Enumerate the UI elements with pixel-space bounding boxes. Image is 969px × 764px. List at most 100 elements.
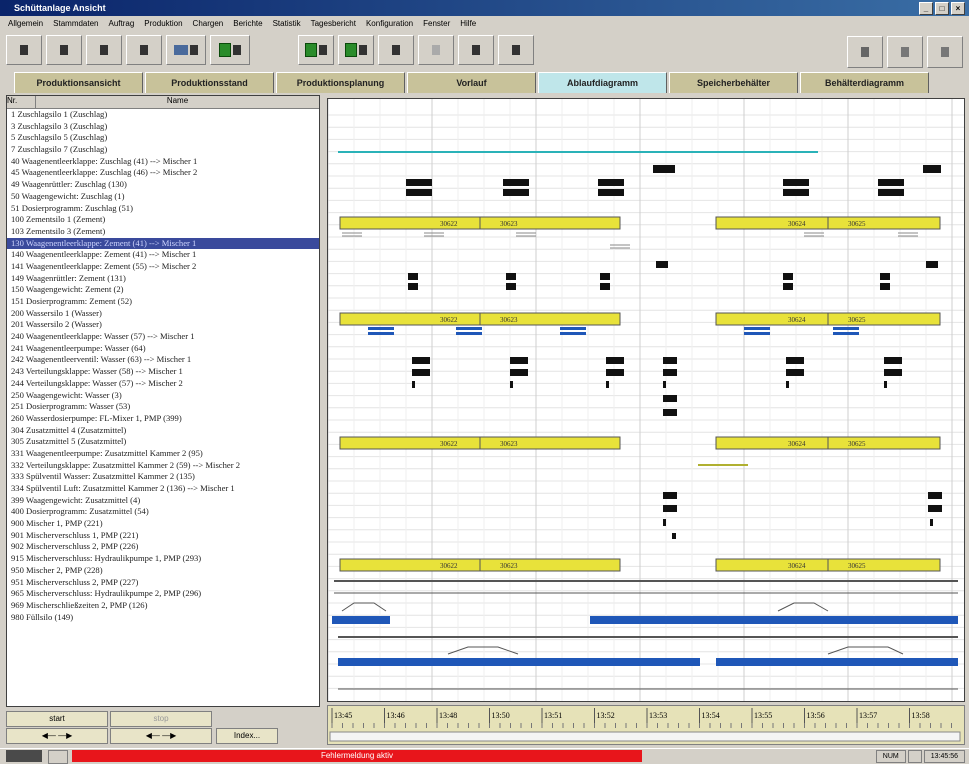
scale-icon[interactable] xyxy=(458,35,494,65)
list-item[interactable]: 951 Mischerverschluss 2, PMP (227) xyxy=(7,577,319,589)
exit-icon[interactable] xyxy=(927,36,963,68)
index-button[interactable]: Index... xyxy=(216,728,278,744)
grid-icon[interactable] xyxy=(378,35,414,65)
signal-pulse xyxy=(598,179,624,186)
print-icon[interactable] xyxy=(847,36,883,68)
tab-1[interactable]: Produktionsstand xyxy=(145,72,274,93)
signal-pulse xyxy=(663,357,677,364)
column-nr[interactable]: Nr. xyxy=(7,96,36,108)
list-item[interactable]: 40 Waagenentleerklappe: Zuschlag (41) --… xyxy=(7,156,319,168)
green-signal-icon[interactable] xyxy=(210,35,250,65)
list-item[interactable]: 965 Mischerverschluss: Hydraulikpumpe 2,… xyxy=(7,588,319,600)
toolbar-button-2[interactable] xyxy=(46,35,82,65)
menu-item-3[interactable]: Produktion xyxy=(144,19,182,28)
list-item[interactable]: 51 Dosierprogramm: Zuschlag (51) xyxy=(7,203,319,215)
table-icon[interactable] xyxy=(498,35,534,65)
list-item[interactable]: 399 Waagengewicht: Zusatzmittel (4) xyxy=(7,495,319,507)
list-item[interactable]: 149 Waagenrüttler: Zement (131) xyxy=(7,273,319,285)
menu-item-2[interactable]: Auftrag xyxy=(109,19,135,28)
monitor-icon[interactable] xyxy=(166,35,206,65)
maximize-icon[interactable]: □ xyxy=(935,2,949,15)
list-item[interactable]: 950 Mischer 2, PMP (228) xyxy=(7,565,319,577)
list-item[interactable]: 1 Zuschlagsilo 1 (Zuschlag) xyxy=(7,109,319,121)
list-item[interactable]: 305 Zusatzmittel 5 (Zusatzmittel) xyxy=(7,436,319,448)
minimize-icon[interactable]: _ xyxy=(919,2,933,15)
list-item[interactable]: 45 Waagenentleerklappe: Zuschlag (46) --… xyxy=(7,167,319,179)
list-item[interactable]: 333 Spülventil Wasser: Zusatzmittel Kamm… xyxy=(7,471,319,483)
scroll-arrows-right[interactable]: ◀— —▶ xyxy=(110,728,212,744)
toolbar-button-3[interactable] xyxy=(86,35,122,65)
list-item[interactable]: 140 Waagenentleerklappe: Zement (41) -->… xyxy=(7,249,319,261)
list-item[interactable]: 241 Waagenentleerpumpe: Wasser (64) xyxy=(7,343,319,355)
menu-item-1[interactable]: Stammdaten xyxy=(53,19,98,28)
tab-6[interactable]: Behälterdiagramm xyxy=(800,72,929,93)
signal-pulse xyxy=(600,273,610,280)
toolbar-button-1[interactable] xyxy=(6,35,42,65)
list-item[interactable]: 334 Spülventil Luft: Zusatzmittel Kammer… xyxy=(7,483,319,495)
list-item[interactable]: 250 Waagengewicht: Wasser (3) xyxy=(7,390,319,402)
document-icon[interactable] xyxy=(418,35,454,65)
list-item[interactable]: 915 Mischerverschluss: Hydraulikpumpe 1,… xyxy=(7,553,319,565)
list-item-selected[interactable]: 130 Waagenentleerklappe: Zement (41) -->… xyxy=(7,237,319,250)
list-item[interactable]: 5 Zuschlagsilo 5 (Zuschlag) xyxy=(7,132,319,144)
tab-2[interactable]: Produktionsplanung xyxy=(276,72,405,93)
list-item[interactable]: 901 Mischerverschluss 1, PMP (221) xyxy=(7,530,319,542)
hydraulic-pump-bar xyxy=(338,658,700,666)
list-item[interactable]: 7 Zuschlagsilo 7 (Zuschlag) xyxy=(7,144,319,156)
menu-item-4[interactable]: Chargen xyxy=(193,19,224,28)
list-item[interactable]: 50 Waagengewicht: Zuschlag (1) xyxy=(7,191,319,203)
list-item[interactable]: 240 Waagenentleerklappe: Wasser (57) -->… xyxy=(7,331,319,343)
start-menu-button[interactable] xyxy=(6,750,42,762)
green-signal-icon-3[interactable] xyxy=(338,35,374,65)
stop-button[interactable]: stop xyxy=(110,711,212,727)
list-item[interactable]: 243 Verteilungsklappe: Wasser (58) --> M… xyxy=(7,366,319,378)
list-item[interactable]: 201 Wassersilo 2 (Wasser) xyxy=(7,319,319,331)
signal-pulse xyxy=(884,369,902,376)
tab-3[interactable]: Vorlauf xyxy=(407,72,536,93)
list-item[interactable]: 100 Zementsilo 1 (Zement) xyxy=(7,214,319,226)
list-item[interactable]: 141 Waagenentleerklappe: Zement (55) -->… xyxy=(7,261,319,273)
menu-item-9[interactable]: Fenster xyxy=(423,19,450,28)
list-item[interactable]: 49 Waagenrüttler: Zuschlag (130) xyxy=(7,179,319,191)
list-item[interactable]: 150 Waagengewicht: Zement (2) xyxy=(7,284,319,296)
tab-5[interactable]: Speicherbehälter xyxy=(669,72,798,93)
list-item[interactable]: 331 Waagenentleerpumpe: Zusatzmittel Kam… xyxy=(7,448,319,460)
list-item[interactable]: 244 Verteilungsklappe: Wasser (57) --> M… xyxy=(7,378,319,390)
close-icon[interactable]: × xyxy=(951,2,965,15)
list-item[interactable]: 260 Wasserdosierpumpe: FL-Mixer 1, PMP (… xyxy=(7,413,319,425)
list-item[interactable]: 902 Mischerverschluss 2, PMP (226) xyxy=(7,541,319,553)
tools-icon[interactable] xyxy=(887,36,923,68)
list-item[interactable]: 400 Dosierprogramm: Zusatzmittel (54) xyxy=(7,506,319,518)
list-item[interactable]: 332 Verteilungsklappe: Zusatzmittel Kamm… xyxy=(7,460,319,472)
time-tick-label: 13:57 xyxy=(859,711,877,720)
list-item[interactable]: 969 Mischerschließzeiten 2, PMP (126) xyxy=(7,600,319,612)
list-item[interactable]: 251 Dosierprogramm: Wasser (53) xyxy=(7,401,319,413)
list-item[interactable]: 900 Mischer 1, PMP (221) xyxy=(7,518,319,530)
tab-0[interactable]: Produktionsansicht xyxy=(14,72,143,93)
list-item[interactable]: 242 Waagenentleerventil: Wasser (63) -->… xyxy=(7,354,319,366)
list-item[interactable]: 151 Dosierprogramm: Zement (52) xyxy=(7,296,319,308)
pane-splitter[interactable] xyxy=(320,95,325,705)
list-item[interactable]: 304 Zusatzmittel 4 (Zusatzmittel) xyxy=(7,425,319,437)
menu-item-0[interactable]: Allgemein xyxy=(8,19,43,28)
list-item[interactable]: 980 Füllsilo (149) xyxy=(7,612,319,624)
menu-item-6[interactable]: Statistik xyxy=(273,19,301,28)
menu-item-8[interactable]: Konfiguration xyxy=(366,19,413,28)
horizontal-scrollbar[interactable] xyxy=(329,731,961,742)
toolbar-button-4[interactable] xyxy=(126,35,162,65)
menu-item-5[interactable]: Berichte xyxy=(233,19,262,28)
scroll-arrows-left[interactable]: ◀— —▶ xyxy=(6,728,108,744)
tab-4[interactable]: Ablaufdiagramm xyxy=(538,72,667,93)
green-signal-icon-2[interactable] xyxy=(298,35,334,65)
list-item[interactable]: 3 Zuschlagsilo 3 (Zuschlag) xyxy=(7,121,319,133)
signal-pulse xyxy=(606,381,609,388)
menu-item-10[interactable]: Hilfe xyxy=(460,19,476,28)
sequence-chart[interactable]: 30622 30623 30624 30625 30622 30623 30624 30625… xyxy=(327,98,965,702)
time-axis[interactable]: 13:45 13:46 13:48 13:50 13:51 13:52 13:53 13:54… xyxy=(327,705,965,745)
list-item[interactable]: 200 Wassersilo 1 (Wasser) xyxy=(7,308,319,320)
error-message-bar[interactable]: Fehlermeldung aktiv xyxy=(72,750,642,762)
start-button[interactable]: start xyxy=(6,711,108,727)
column-name[interactable]: Name xyxy=(36,96,319,108)
menu-item-7[interactable]: Tagesbericht xyxy=(311,19,356,28)
list-item[interactable]: 103 Zementsilo 3 (Zement) xyxy=(7,226,319,238)
